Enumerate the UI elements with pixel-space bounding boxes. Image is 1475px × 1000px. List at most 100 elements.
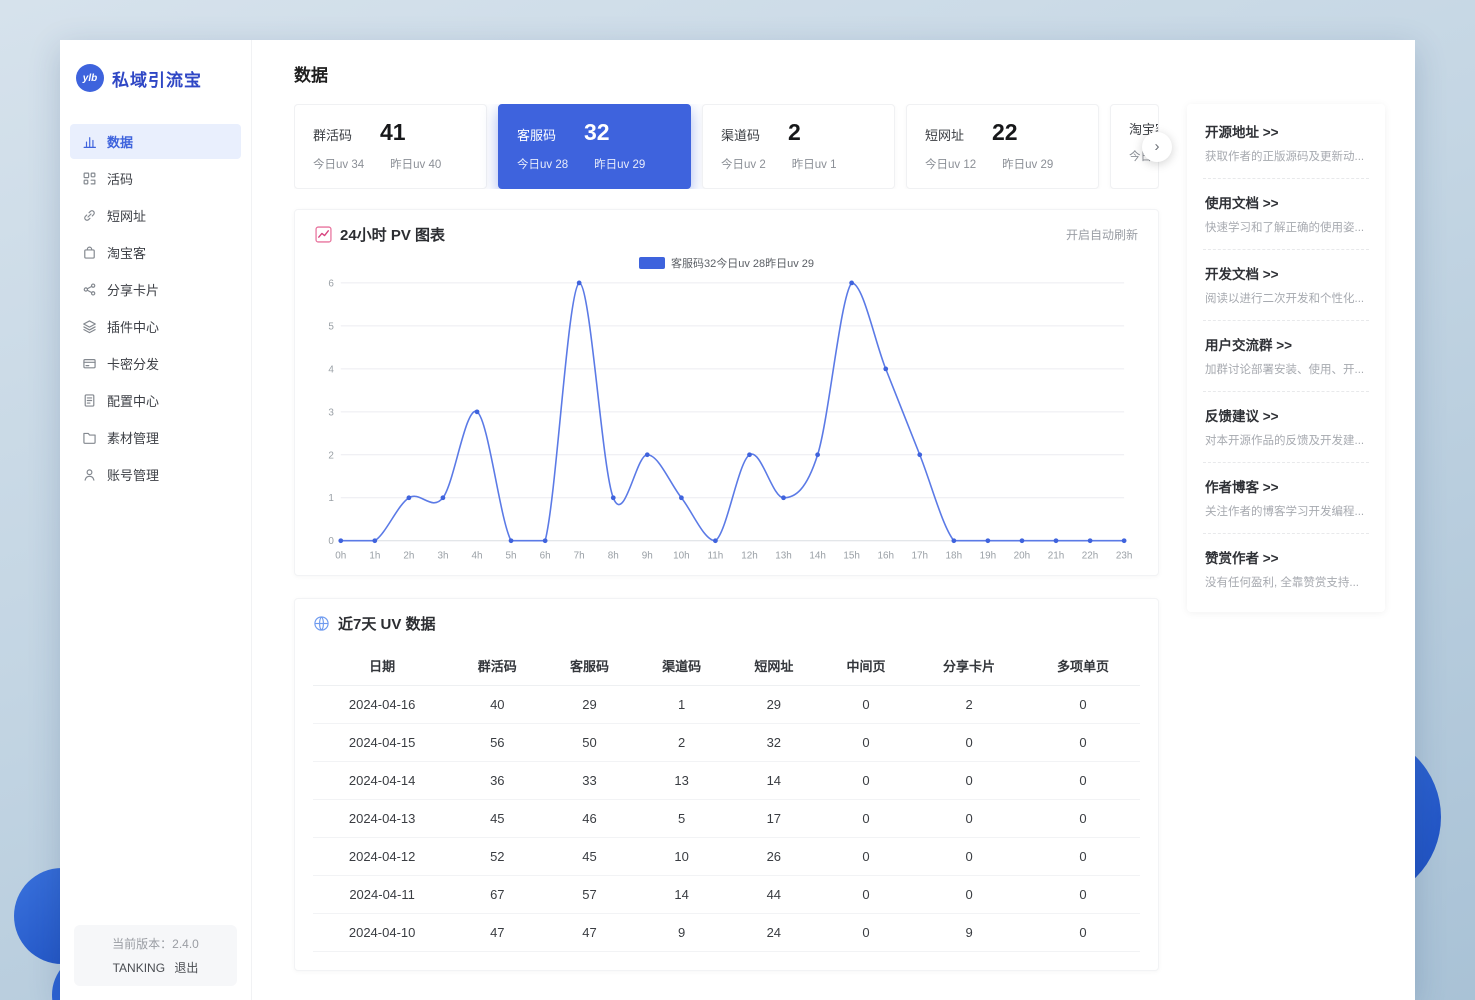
cell-short-url: 44: [728, 875, 820, 913]
resource-link[interactable]: 赞赏作者 >> 没有任何盈利, 全靠赞赏支持...: [1203, 534, 1369, 604]
username-link[interactable]: TANKING: [113, 961, 165, 975]
resource-link-desc: 加群讨论部署安装、使用、开...: [1205, 361, 1367, 377]
svg-text:4h: 4h: [472, 551, 483, 562]
stat-card-value: 32: [584, 119, 610, 146]
cell-qun: 52: [451, 837, 543, 875]
svg-text:6h: 6h: [540, 551, 551, 562]
stat-card[interactable]: 渠道码 2 今日uv 2 昨日uv 1: [702, 104, 895, 189]
sidebar-item[interactable]: 数据: [70, 124, 241, 159]
resource-link[interactable]: 开发文档 >> 阅读以进行二次开发和个性化...: [1203, 250, 1369, 321]
sidebar-item[interactable]: 配置中心: [70, 383, 241, 418]
folder-icon: [82, 430, 97, 445]
sidebar-item-label: 配置中心: [107, 391, 159, 410]
sidebar-item[interactable]: 短网址: [70, 198, 241, 233]
sidebar-item[interactable]: 卡密分发: [70, 346, 241, 381]
uv-table-header: 分享卡片: [912, 646, 1026, 686]
sidebar: ylb 私域引流宝 数据 活码: [60, 40, 252, 1000]
stat-card-yesterday-uv: 昨日uv 40: [390, 156, 441, 172]
cell-qun: 47: [451, 913, 543, 951]
resource-link[interactable]: 反馈建议 >> 对本开源作品的反馈及开发建...: [1203, 392, 1369, 463]
brand-logo: ylb 私域引流宝: [60, 40, 251, 112]
globe-icon: [313, 615, 330, 632]
link-icon: [82, 208, 97, 223]
sidebar-footer: 当前版本：2.4.0 TANKING 退出: [74, 925, 237, 986]
table-row[interactable]: 2024-04-16 40 29 1 29 0 2 0: [313, 685, 1140, 723]
table-row[interactable]: 2024-04-15 56 50 2 32 0 0 0: [313, 723, 1140, 761]
svg-text:0h: 0h: [335, 551, 346, 562]
cell-multi-page: 0: [1026, 875, 1140, 913]
cell-qun: 56: [451, 723, 543, 761]
stat-card-yesterday-uv: 昨日uv 29: [1002, 156, 1053, 172]
svg-text:12h: 12h: [741, 551, 758, 562]
sidebar-item[interactable]: 分享卡片: [70, 272, 241, 307]
stat-card-today-uv: 今日uv 28: [517, 156, 568, 172]
cell-date: 2024-04-16: [313, 685, 451, 723]
svg-text:2h: 2h: [403, 551, 414, 562]
svg-text:4: 4: [328, 364, 334, 375]
resource-link[interactable]: 使用文档 >> 快速学习和了解正确的使用姿...: [1203, 179, 1369, 250]
table-row[interactable]: 2024-04-11 67 57 14 44 0 0 0: [313, 875, 1140, 913]
layers-icon: [82, 319, 97, 334]
cell-kefu: 50: [543, 723, 635, 761]
sidebar-item[interactable]: 淘宝客: [70, 235, 241, 270]
resource-link-title: 使用文档 >>: [1205, 192, 1367, 212]
sidebar-item[interactable]: 活码: [70, 161, 241, 196]
logout-link[interactable]: 退出: [174, 961, 198, 975]
resource-link[interactable]: 用户交流群 >> 加群讨论部署安装、使用、开...: [1203, 321, 1369, 392]
legend-label: 客服码32今日uv 28昨日uv 29: [671, 255, 814, 271]
svg-text:6: 6: [328, 278, 334, 289]
sidebar-item-label: 账号管理: [107, 465, 159, 484]
cell-multi-page: 0: [1026, 723, 1140, 761]
table-row[interactable]: 2024-04-12 52 45 10 26 0 0 0: [313, 837, 1140, 875]
resource-link[interactable]: 作者博客 >> 关注作者的博客学习开发编程...: [1203, 463, 1369, 534]
sidebar-item[interactable]: 素材管理: [70, 420, 241, 455]
version-label: 当前版本：2.4.0: [82, 935, 229, 952]
svg-text:23h: 23h: [1116, 551, 1133, 562]
cell-multi-page: 0: [1026, 685, 1140, 723]
resource-link-title: 用户交流群 >>: [1205, 334, 1367, 354]
cell-qudao: 14: [636, 875, 728, 913]
cell-date: 2024-04-14: [313, 761, 451, 799]
svg-text:16h: 16h: [877, 551, 894, 562]
stat-card[interactable]: 群活码 41 今日uv 34 昨日uv 40: [294, 104, 487, 189]
auto-refresh-toggle[interactable]: 开启自动刷新: [1066, 226, 1138, 243]
cell-kefu: 57: [543, 875, 635, 913]
sidebar-item[interactable]: 插件中心: [70, 309, 241, 344]
resource-link-desc: 阅读以进行二次开发和个性化...: [1205, 290, 1367, 306]
svg-text:14h: 14h: [809, 551, 826, 562]
stat-card-value: 2: [788, 119, 801, 146]
table-row[interactable]: 2024-04-10 47 47 9 24 0 9 0: [313, 913, 1140, 951]
cell-kefu: 45: [543, 837, 635, 875]
sidebar-item-label: 活码: [107, 169, 133, 188]
resource-link[interactable]: 开源地址 >> 获取作者的正版源码及更新动...: [1203, 108, 1369, 179]
svg-text:8h: 8h: [608, 551, 619, 562]
pv-chart-card: 24小时 PV 图表 开启自动刷新 客服码32今日uv 28昨日uv 29 01…: [294, 209, 1159, 576]
svg-text:1h: 1h: [369, 551, 380, 562]
svg-text:3h: 3h: [437, 551, 448, 562]
pv-line-chart: 01234560h1h2h3h4h5h6h7h8h9h10h11h12h13h1…: [315, 273, 1138, 567]
stat-card-label: 群活码: [313, 125, 352, 144]
stat-cards-list: 群活码 41 今日uv 34 昨日uv 40: [294, 104, 1159, 189]
cell-multi-page: 0: [1026, 799, 1140, 837]
cell-qun: 67: [451, 875, 543, 913]
sidebar-item[interactable]: 账号管理: [70, 457, 241, 492]
table-row[interactable]: 2024-04-13 45 46 5 17 0 0 0: [313, 799, 1140, 837]
chart-legend[interactable]: 客服码32今日uv 28昨日uv 29: [315, 255, 1138, 271]
stat-card[interactable]: 短网址 22 今日uv 12 昨日uv 29: [906, 104, 1099, 189]
resource-link-title: 赞赏作者 >>: [1205, 547, 1367, 567]
sidebar-item-label: 数据: [107, 132, 133, 151]
cell-middle-page: 0: [820, 875, 912, 913]
cell-multi-page: 0: [1026, 913, 1140, 951]
cell-short-url: 24: [728, 913, 820, 951]
stat-card[interactable]: 客服码 32 今日uv 28 昨日uv 29: [498, 104, 691, 189]
cell-short-url: 32: [728, 723, 820, 761]
card-icon: [82, 356, 97, 371]
brand-name: 私域引流宝: [112, 66, 202, 91]
uv-table-header-row: 日期群活码客服码渠道码短网址中间页分享卡片多项单页: [313, 646, 1140, 686]
stat-card-label: 短网址: [925, 125, 964, 144]
cell-short-url: 26: [728, 837, 820, 875]
svg-text:5h: 5h: [506, 551, 517, 562]
cards-scroll-next-button[interactable]: ›: [1142, 132, 1172, 162]
table-row[interactable]: 2024-04-14 36 33 13 14 0 0 0: [313, 761, 1140, 799]
stat-card-label: 客服码: [517, 125, 556, 144]
